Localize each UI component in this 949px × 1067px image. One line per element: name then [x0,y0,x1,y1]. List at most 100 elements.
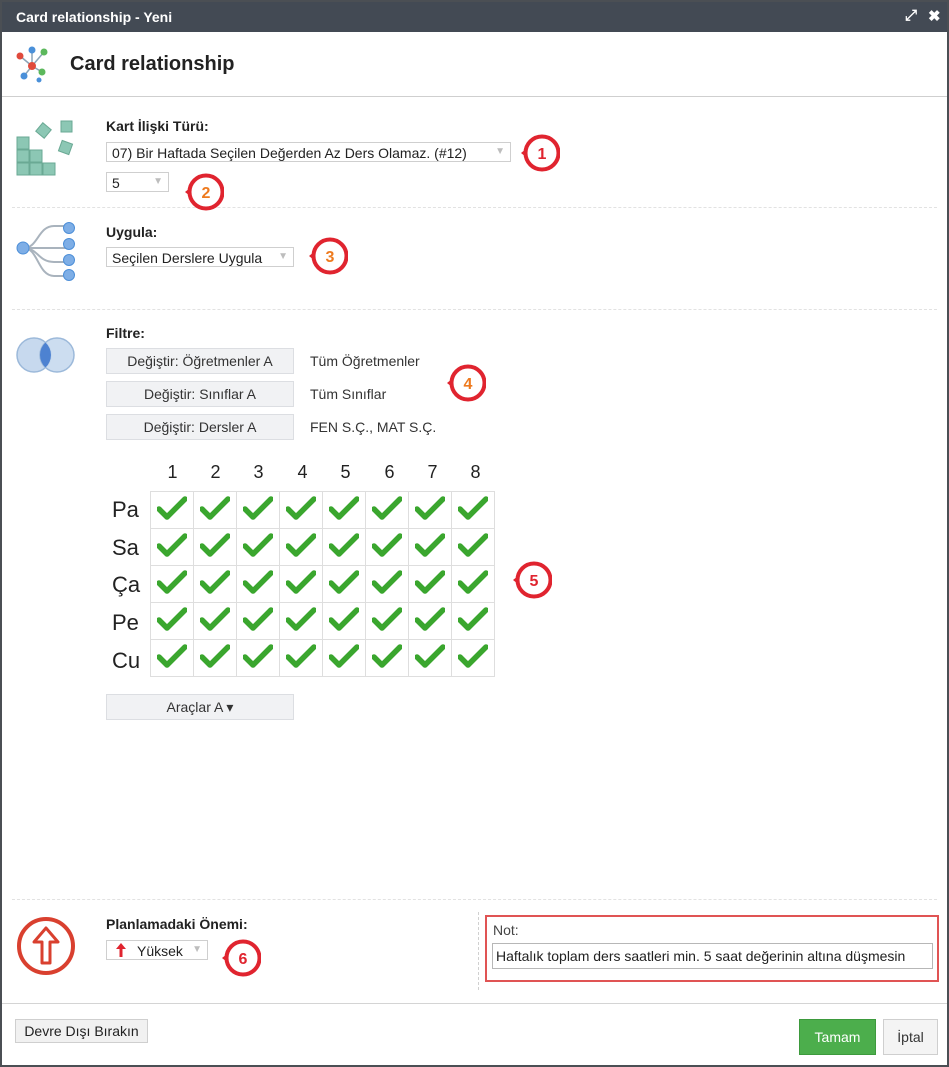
grid-cell[interactable] [365,602,409,640]
grid-cell[interactable] [193,565,237,603]
chevron-down-icon: ▼ [192,944,202,955]
day-header[interactable]: Ça [112,572,140,598]
grid-cell[interactable] [451,639,495,677]
cancel-button[interactable]: İptal [883,1019,938,1055]
grid-row [150,602,495,640]
grid-cell[interactable] [150,639,194,677]
grid-cell[interactable] [365,491,409,529]
period-header[interactable]: 8 [454,462,497,483]
callout-marker: 1 [521,134,560,172]
apply-select[interactable]: Seçilen Derslere Uygula ▼ [106,247,294,267]
card-type-label: Kart İlişki Türü: [106,118,209,134]
period-header[interactable]: 5 [324,462,367,483]
change-classes-button[interactable]: Değiştir: Sınıflar A [106,381,294,407]
grid-cell[interactable] [193,639,237,677]
grid-cell[interactable] [150,602,194,640]
grid-cell[interactable] [236,491,280,529]
tools-menu-button[interactable]: Araçlar A ▾ [106,694,294,720]
callout-number: 6 [239,951,248,968]
check-icon [414,532,446,557]
check-icon [457,495,489,520]
dialog-header: Card relationship [2,32,947,97]
grid-cell[interactable] [408,602,452,640]
grid-cell[interactable] [236,565,280,603]
grid-cell[interactable] [451,528,495,566]
day-header[interactable]: Sa [112,535,139,561]
period-header[interactable]: 6 [368,462,411,483]
period-header[interactable]: 7 [411,462,454,483]
grid-row [150,565,495,603]
grid-cell[interactable] [408,528,452,566]
grid-cell[interactable] [322,565,366,603]
period-header[interactable]: 3 [237,462,280,483]
grid-cell[interactable] [150,528,194,566]
grid-cell[interactable] [408,639,452,677]
grid-cell[interactable] [236,639,280,677]
grid-row [150,491,495,529]
day-header[interactable]: Pe [112,610,139,636]
timetable-grid [150,491,495,677]
callout-marker: 3 [309,237,348,275]
grid-cell[interactable] [279,565,323,603]
chevron-down-icon: ▼ [278,251,288,262]
period-header[interactable]: 1 [151,462,194,483]
section-divider [12,309,937,310]
check-icon [414,643,446,668]
close-icon[interactable]: ✖ [928,7,941,25]
period-header[interactable]: 4 [281,462,324,483]
grid-row [150,528,495,566]
grid-cell[interactable] [322,491,366,529]
check-icon [199,495,231,520]
grid-cell[interactable] [365,565,409,603]
grid-cell[interactable] [365,639,409,677]
note-divider [478,912,479,990]
grid-cell[interactable] [150,565,194,603]
note-input[interactable]: Haftalık toplam ders saatleri min. 5 saa… [492,943,933,969]
card-type-select[interactable]: 07) Bir Haftada Seçilen Değerden Az Ders… [106,142,511,162]
chevron-down-icon: ▼ [495,146,505,157]
callout-number: 1 [538,146,547,163]
check-icon [285,532,317,557]
grid-cell[interactable] [236,528,280,566]
disable-button[interactable]: Devre Dışı Bırakın [15,1019,148,1043]
grid-cell[interactable] [451,602,495,640]
grid-cell[interactable] [193,602,237,640]
grid-cell[interactable] [193,528,237,566]
classes-filter-value: Tüm Sınıflar [310,386,387,402]
check-icon [457,532,489,557]
change-lessons-button[interactable]: Değiştir: Dersler A [106,414,294,440]
grid-cell[interactable] [279,639,323,677]
check-icon [199,606,231,631]
value-select[interactable]: 5 ▼ [106,172,169,192]
priority-up-icon [17,917,75,975]
priority-select[interactable]: Yüksek ▼ [106,940,208,960]
grid-cell[interactable] [408,491,452,529]
grid-cell[interactable] [365,528,409,566]
grid-cell[interactable] [236,602,280,640]
grid-cell[interactable] [193,491,237,529]
grid-row [150,639,495,677]
period-header[interactable]: 2 [194,462,237,483]
grid-cell[interactable] [408,565,452,603]
card-type-selected: 07) Bir Haftada Seçilen Değerden Az Ders… [112,145,467,161]
check-icon [199,532,231,557]
ok-button[interactable]: Tamam [799,1019,876,1055]
day-header[interactable]: Cu [112,648,140,674]
grid-cell[interactable] [322,602,366,640]
change-teachers-button[interactable]: Değiştir: Öğretmenler A [106,348,294,374]
check-icon [199,643,231,668]
grid-cell[interactable] [451,491,495,529]
callout-marker: 4 [447,364,486,402]
grid-cell[interactable] [322,528,366,566]
grid-cell[interactable] [322,639,366,677]
dialog-window: Card relationship - Yeni ⤢ ✖ Card relati… [0,0,949,1067]
maximize-icon[interactable]: ⤢ [905,7,917,24]
grid-cell[interactable] [279,528,323,566]
grid-cell[interactable] [150,491,194,529]
grid-cell[interactable] [279,602,323,640]
grid-cell[interactable] [279,491,323,529]
filter-venn-icon [16,337,75,373]
note-label: Not: [493,922,519,938]
day-header[interactable]: Pa [112,497,139,523]
grid-cell[interactable] [451,565,495,603]
